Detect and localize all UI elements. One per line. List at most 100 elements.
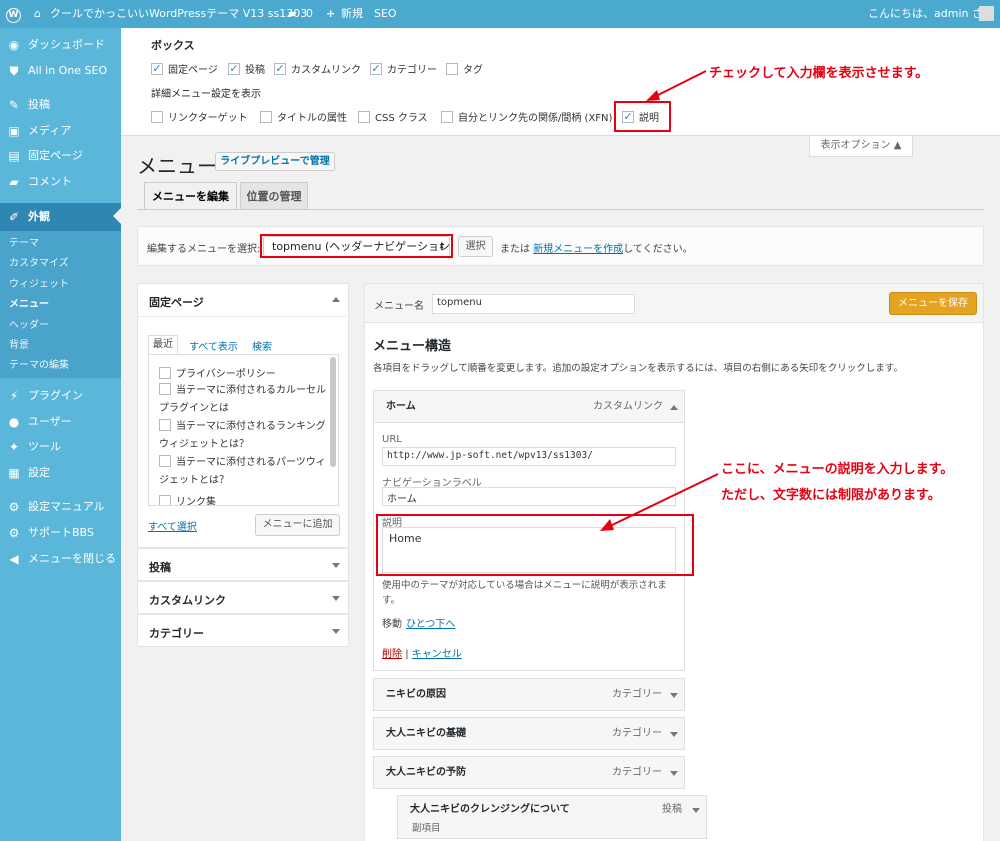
checkbox-link-target[interactable]: リンクターゲット bbox=[151, 109, 248, 124]
sidebar-item-tools[interactable]: ✦ ツール bbox=[0, 434, 121, 460]
chevron-down-icon[interactable] bbox=[332, 596, 340, 601]
checkbox-label: 投稿 bbox=[245, 65, 265, 76]
checkbox-tags[interactable]: タグ bbox=[446, 61, 483, 76]
checkbox-box[interactable]: ✓ bbox=[274, 62, 286, 75]
submenu-item-header[interactable]: ヘッダー bbox=[9, 316, 49, 336]
sidebar-item-settings[interactable]: ▦ 設定 bbox=[0, 460, 121, 486]
chevron-down-icon[interactable] bbox=[332, 563, 340, 568]
sidebar-item-manual[interactable]: ⚙ 設定マニュアル bbox=[0, 494, 121, 520]
checkbox-box[interactable] bbox=[159, 383, 171, 395]
sidebar-item-pages[interactable]: ▤ 固定ページ bbox=[0, 143, 121, 169]
checkbox-xfn[interactable]: 自分とリンク先の関係/間柄 (XFN) bbox=[441, 109, 612, 124]
avatar[interactable] bbox=[979, 6, 994, 21]
page-checkbox[interactable]: リンク集 bbox=[159, 493, 216, 506]
sidebar-item-users[interactable]: ● ユーザー bbox=[0, 409, 121, 435]
subtab-view-all[interactable]: すべて表示 bbox=[189, 338, 238, 353]
page-checkbox[interactable]: 当テーマに添付されるパーツウィジェットとは？ bbox=[159, 454, 327, 490]
sidebar-item-support[interactable]: ⚙ サポートBBS bbox=[0, 520, 121, 546]
subtab-recent[interactable]: 最近 bbox=[148, 335, 178, 355]
checkbox-label: リンクターゲット bbox=[168, 113, 248, 124]
scrollbar[interactable] bbox=[330, 357, 336, 467]
page-checkbox[interactable]: 当テーマに添付されるランキングウィジェットとは？ bbox=[159, 418, 327, 454]
checkbox-custom-links[interactable]: ✓ カスタムリンク bbox=[274, 61, 361, 76]
checkbox-box[interactable] bbox=[159, 494, 171, 505]
checkbox-box[interactable]: ✓ bbox=[151, 62, 163, 75]
collapse-menu-button[interactable]: ◀ メニューを閉じる bbox=[0, 546, 121, 572]
checkbox-box[interactable] bbox=[159, 419, 171, 431]
chevron-down-icon[interactable] bbox=[670, 693, 678, 698]
move-down-link[interactable]: ひとつ下へ bbox=[406, 615, 455, 630]
delete-link[interactable]: 削除 bbox=[382, 649, 402, 660]
cancel-link[interactable]: キャンセル bbox=[412, 649, 462, 660]
submenu-item-theme-editor[interactable]: テーマの編集 bbox=[9, 356, 69, 376]
plus-icon[interactable]: + bbox=[326, 0, 335, 28]
page-label: リンク集 bbox=[176, 497, 216, 506]
checkbox-posts[interactable]: ✓ 投稿 bbox=[228, 61, 265, 76]
wordpress-logo-icon[interactable]: W bbox=[6, 0, 22, 28]
sidebar-item-label: メニューを閉じる bbox=[28, 552, 116, 565]
add-to-menu-button[interactable]: メニューに追加 bbox=[255, 514, 340, 536]
tab-edit-menus[interactable]: メニューを編集 bbox=[144, 182, 237, 210]
sidebar-item-appearance[interactable]: ✐ 外観 bbox=[0, 203, 121, 231]
menu-subitem-bar[interactable]: 大人ニキビのクレンジングについて 副項目 投稿 bbox=[397, 795, 707, 839]
screen-options-toggle[interactable]: 表示オプション ▲ bbox=[809, 136, 913, 157]
url-input[interactable]: http://www.jp-soft.net/wpv13/ss1303/ bbox=[382, 447, 676, 466]
checkbox-box[interactable] bbox=[260, 110, 272, 123]
checkbox-title-attr[interactable]: タイトルの属性 bbox=[260, 109, 347, 124]
checkbox-box[interactable] bbox=[441, 110, 453, 123]
sidebar-item-label: ツール bbox=[28, 440, 61, 453]
checkbox-box[interactable] bbox=[159, 455, 171, 467]
pages-checklist: プライバシーポリシー 当テーマに添付されるカルーセルプラグインとは 当テーマに添… bbox=[148, 354, 339, 506]
pages-accordion-title[interactable]: 固定ページ bbox=[149, 294, 204, 310]
checkbox-box[interactable] bbox=[151, 110, 163, 123]
new-link[interactable]: 新規 bbox=[341, 0, 363, 28]
sidebar-item-comments[interactable]: ▰ コメント bbox=[0, 169, 121, 195]
chevron-down-icon[interactable] bbox=[670, 771, 678, 776]
chevron-down-icon[interactable] bbox=[332, 629, 340, 634]
tab-manage-locations[interactable]: 位置の管理 bbox=[240, 182, 308, 210]
sidebar-item-media[interactable]: ▣ メディア bbox=[0, 118, 121, 144]
sidebar-item-seo[interactable]: ⛊ All in One SEO bbox=[0, 58, 121, 84]
comments-count[interactable]: 0 bbox=[306, 0, 313, 28]
save-menu-button[interactable]: メニューを保存 bbox=[889, 292, 977, 315]
chevron-up-icon[interactable] bbox=[332, 297, 340, 302]
submenu-item-menus[interactable]: メニュー bbox=[9, 295, 49, 315]
checkbox-box[interactable] bbox=[159, 366, 171, 379]
accordion-categories[interactable]: カテゴリー bbox=[137, 614, 349, 647]
user-greeting[interactable]: こんにちは、admin さん bbox=[868, 0, 994, 28]
comment-icon[interactable]: ▰ bbox=[288, 0, 296, 28]
accordion-custom-links[interactable]: カスタムリンク bbox=[137, 581, 349, 614]
checkbox-box[interactable] bbox=[358, 110, 370, 123]
chevron-down-icon[interactable] bbox=[670, 732, 678, 737]
submenu-item-widgets[interactable]: ウィジェット bbox=[9, 275, 69, 295]
menu-item-bar[interactable]: 大人ニキビの予防 カテゴリー bbox=[373, 756, 685, 789]
menu-item-bar[interactable]: 大人ニキビの基礎 カテゴリー bbox=[373, 717, 685, 750]
accordion-posts[interactable]: 投稿 bbox=[137, 548, 349, 581]
checkbox-box[interactable] bbox=[446, 62, 458, 75]
checkbox-pages[interactable]: ✓ 固定ページ bbox=[151, 61, 218, 76]
sidebar-item-posts[interactable]: ✎ 投稿 bbox=[0, 92, 121, 118]
menu-name-input[interactable]: topmenu bbox=[432, 294, 635, 314]
seo-link[interactable]: SEO bbox=[374, 0, 397, 28]
subtab-search[interactable]: 検索 bbox=[252, 338, 272, 353]
checkbox-box[interactable]: ✓ bbox=[228, 62, 240, 75]
sidebar-item-dashboard[interactable]: ◉ ダッシュボード bbox=[0, 32, 121, 58]
select-button[interactable]: 選択 bbox=[458, 236, 493, 257]
chevron-down-icon[interactable] bbox=[692, 808, 700, 813]
submenu-item-themes[interactable]: テーマ bbox=[9, 234, 39, 254]
site-name-link[interactable]: クールでかっこいいWordPressテーマ V13 ss1303 bbox=[50, 0, 307, 28]
menu-item-bar[interactable]: ニキビの原因 カテゴリー bbox=[373, 678, 685, 711]
menu-item-home-bar[interactable]: ホーム カスタムリンク bbox=[373, 390, 685, 423]
submenu-item-background[interactable]: 背景 bbox=[9, 336, 29, 356]
live-preview-button[interactable]: ライブプレビューで管理 bbox=[215, 152, 335, 171]
checkbox-css-classes[interactable]: CSS クラス bbox=[358, 109, 428, 124]
checkbox-categories[interactable]: ✓ カテゴリー bbox=[370, 61, 437, 76]
checkbox-box[interactable]: ✓ bbox=[370, 62, 382, 75]
page-checkbox[interactable]: 当テーマに添付されるカルーセルプラグインとは bbox=[159, 382, 327, 418]
select-all-link[interactable]: すべて選択 bbox=[148, 518, 197, 533]
sidebar-item-plugins[interactable]: ⚡ プラグイン bbox=[0, 383, 121, 409]
chevron-up-icon[interactable] bbox=[670, 405, 678, 410]
page-checkbox[interactable]: プライバシーポリシー bbox=[159, 365, 276, 380]
create-menu-link[interactable]: 新規メニューを作成 bbox=[533, 244, 623, 255]
submenu-item-customize[interactable]: カスタマイズ bbox=[9, 254, 69, 274]
